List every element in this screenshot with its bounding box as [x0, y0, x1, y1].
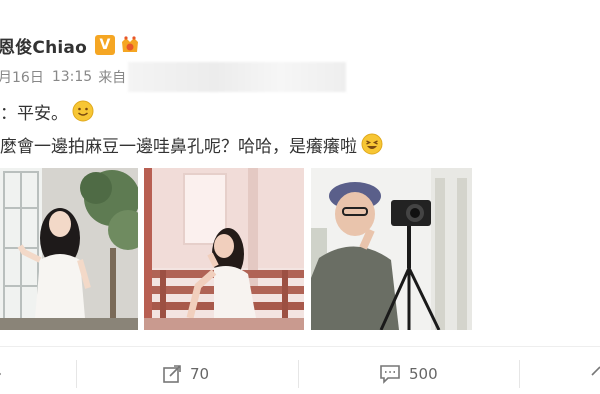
- comment-icon: [380, 365, 400, 384]
- like-icon: [591, 366, 600, 376]
- member-icon[interactable]: [119, 34, 141, 56]
- share-count: 70: [190, 365, 210, 383]
- like-button[interactable]: [590, 360, 600, 388]
- blurred-source: [128, 62, 347, 92]
- author-name[interactable]: 恩俊Chiao: [0, 33, 87, 58]
- post-date[interactable]: 月16日: [0, 67, 44, 87]
- share-button[interactable]: 70: [162, 360, 209, 388]
- collect-button[interactable]: [0, 360, 12, 388]
- photo-woman-window[interactable]: [0, 168, 138, 330]
- post-time[interactable]: 13:15: [52, 69, 92, 85]
- verified-badge[interactable]: V: [94, 35, 115, 55]
- laugh-emoji-icon: [361, 133, 383, 155]
- action-separator: [76, 360, 77, 388]
- action-separator: [519, 360, 520, 388]
- action-separator: [298, 360, 299, 388]
- photo-man-camera[interactable]: [311, 168, 472, 330]
- comment-count: 500: [409, 365, 438, 383]
- weibo-post: 恩俊Chiao V 月16日 13:15 来自 ：平安。 麼會一邊拍麻豆一邊哇鼻…: [0, 0, 600, 394]
- source-prefix: 来自: [98, 70, 127, 86]
- post-text-line-1: ：平安。: [0, 98, 94, 124]
- action-bar-divider: [0, 346, 600, 347]
- photo-woman-bench[interactable]: [144, 168, 304, 330]
- post-meta: 月16日 13:15 来自: [0, 62, 347, 92]
- smile-emoji-icon: [72, 100, 94, 122]
- share-icon: [163, 365, 181, 383]
- post-text-line-2: 麼會一邊拍麻豆一邊哇鼻孔呢？哈哈，是癢癢啦: [0, 130, 383, 158]
- post-text-2: 麼會一邊拍麻豆一邊哇鼻孔呢？哈哈，是癢癢啦: [0, 136, 357, 157]
- post-header: 恩俊Chiao V: [0, 30, 141, 60]
- post-text-1: ：平安。: [0, 103, 68, 124]
- comment-button[interactable]: 500: [379, 360, 438, 388]
- star-icon: [0, 372, 2, 376]
